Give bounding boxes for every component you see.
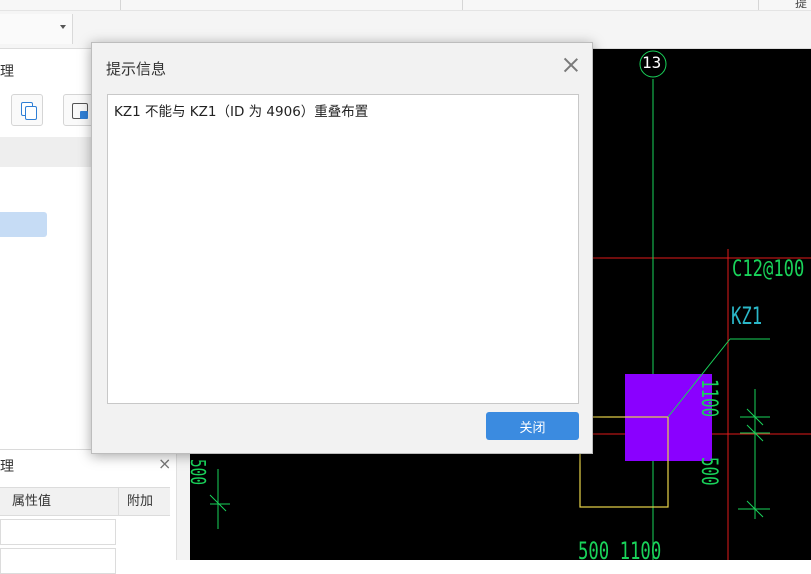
property-panel: 理 × 属性值 附加 (0, 449, 190, 574)
copy-button[interactable] (11, 94, 43, 126)
selected-list-item[interactable] (0, 212, 47, 237)
ribbon-strip (0, 0, 811, 11)
property-value-cell[interactable] (0, 548, 116, 574)
ribbon-separator (120, 0, 121, 10)
rebar-annotation: C12@100 (732, 257, 805, 282)
column-header-value: 属性值 (12, 494, 52, 509)
property-table-header: 属性值 附加 (0, 487, 170, 516)
chevron-down-icon[interactable] (60, 25, 66, 29)
copy-icon-front (25, 106, 37, 120)
close-button[interactable]: 关闭 (486, 412, 579, 440)
ribbon-edge-text: 提 (794, 0, 807, 10)
save-icon-badge (80, 111, 88, 119)
dimension-label: 500 (696, 457, 721, 486)
info-dialog: 提示信息 KZ1 不能与 KZ1（ID 为 4906）重叠布置 关闭 (91, 42, 593, 454)
scrollbar[interactable] (176, 449, 191, 560)
dropdown-combo[interactable] (0, 14, 73, 44)
column-label: KZ1 (731, 302, 763, 330)
ribbon-separator (462, 0, 463, 10)
dimension-label: 500 (190, 459, 210, 486)
bottom-dimension-label: 500 1100 (578, 537, 662, 560)
axis-number: 13 (642, 53, 662, 72)
panel-title: 理 (0, 64, 14, 80)
dialog-title: 提示信息 (106, 60, 167, 78)
column-header-extra: 附加 (118, 488, 168, 515)
close-icon[interactable] (561, 55, 581, 75)
property-value-cell[interactable] (0, 519, 116, 545)
ribbon-separator (758, 0, 759, 10)
close-icon[interactable]: × (158, 454, 171, 473)
dimension-label: 1100 (696, 379, 721, 418)
message-box: KZ1 不能与 KZ1（ID 为 4906）重叠布置 (107, 94, 579, 404)
property-panel-title: 理 (0, 459, 14, 475)
message-text: KZ1 不能与 KZ1（ID 为 4906）重叠布置 (114, 104, 369, 120)
